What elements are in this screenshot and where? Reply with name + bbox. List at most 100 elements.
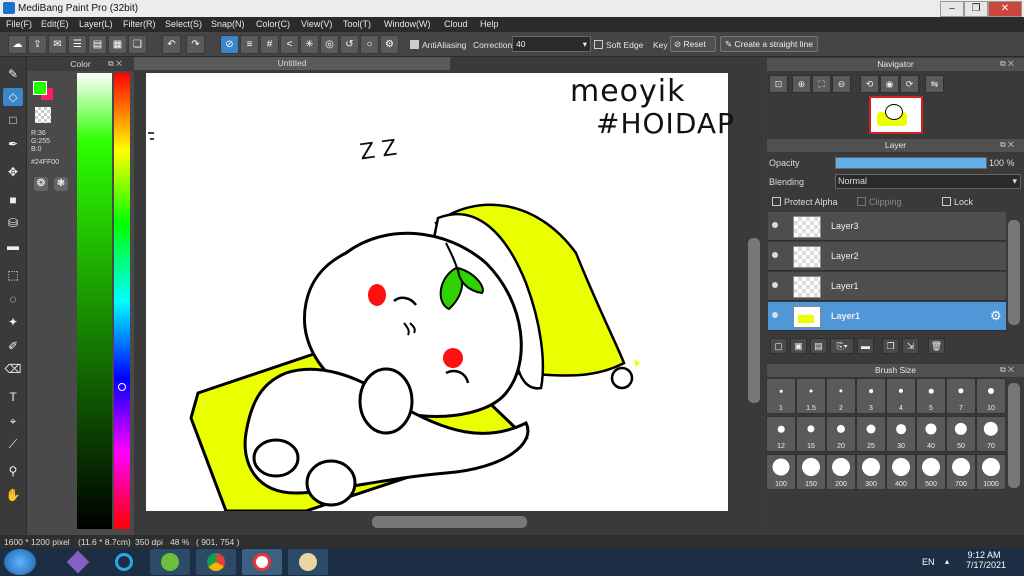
- pen-tool-icon[interactable]: ✒: [3, 135, 23, 153]
- select-eraser-icon[interactable]: ⌫: [3, 360, 23, 378]
- folder-icon[interactable]: ▬: [857, 338, 874, 354]
- brush-size-300[interactable]: 300: [856, 454, 886, 490]
- language-indicator[interactable]: EN: [922, 557, 935, 567]
- zoom-in-icon[interactable]: ⊕: [792, 75, 811, 93]
- horizontal-scrollbar[interactable]: [372, 516, 527, 528]
- flip-icon[interactable]: ⇋: [925, 75, 944, 93]
- minimize-button[interactable]: –: [940, 1, 964, 17]
- antialiasing-checkbox[interactable]: AntiAliasing: [410, 40, 466, 50]
- menu-select[interactable]: Select(S): [165, 19, 202, 29]
- brush-size-15[interactable]: 15: [796, 416, 826, 452]
- brush-size-1000[interactable]: 1000: [976, 454, 1006, 490]
- start-button[interactable]: [4, 549, 36, 575]
- menu-window[interactable]: Window(W): [384, 19, 431, 29]
- layer-scrollbar[interactable]: [1008, 220, 1020, 325]
- zoom-fit-icon[interactable]: ⊡: [769, 75, 788, 93]
- navigator-preview[interactable]: [869, 96, 923, 134]
- brush-size-25[interactable]: 25: [856, 416, 886, 452]
- float-icon[interactable]: ⧉ ✕: [1000, 140, 1014, 150]
- create-straight-line-button[interactable]: ✎ Create a straight line: [720, 36, 818, 52]
- lasso-icon[interactable]: ◌: [3, 290, 23, 308]
- menu-snap[interactable]: Snap(N): [211, 19, 245, 29]
- brush-size-1.5[interactable]: 1.5: [796, 378, 826, 414]
- lock-checkbox[interactable]: Lock: [942, 197, 973, 207]
- brush-size-500[interactable]: 500: [916, 454, 946, 490]
- operation-icon[interactable]: ⌖: [3, 412, 23, 430]
- transparent-swatch[interactable]: [35, 107, 51, 123]
- redo-icon[interactable]: ↷: [186, 35, 205, 54]
- visibility-icon[interactable]: [772, 222, 778, 228]
- brush-size-700[interactable]: 700: [946, 454, 976, 490]
- menu-tool[interactable]: Tool(T): [343, 19, 371, 29]
- menu-view[interactable]: View(V): [301, 19, 332, 29]
- palette-icon[interactable]: ❂: [34, 177, 48, 191]
- layer-row-layer1[interactable]: Layer1: [768, 272, 1006, 301]
- brush-size-30[interactable]: 30: [886, 416, 916, 452]
- comment-icon[interactable]: ✉: [48, 35, 67, 54]
- float-icon[interactable]: ⧉ ✕: [1000, 59, 1014, 69]
- brush-size-12[interactable]: 12: [766, 416, 796, 452]
- hue-slider[interactable]: [114, 73, 130, 529]
- clock[interactable]: 9:12 AM 7/17/2021: [966, 550, 1006, 570]
- tray-arrow-icon[interactable]: ▴: [945, 557, 949, 566]
- paint-icon[interactable]: [288, 549, 328, 575]
- select-rect-icon[interactable]: ⬚: [3, 266, 23, 284]
- cross-snap-icon[interactable]: #: [260, 35, 279, 54]
- bucket-icon[interactable]: ⛁: [3, 214, 23, 232]
- magic-wand-icon[interactable]: ✦: [3, 313, 23, 331]
- menu-color[interactable]: Color(C): [256, 19, 290, 29]
- visual-studio-icon[interactable]: [58, 549, 98, 575]
- page-icon[interactable]: ▤: [88, 35, 107, 54]
- snap-settings-icon[interactable]: ⚙: [380, 35, 399, 54]
- rotate-reset-icon[interactable]: ◉: [880, 75, 899, 93]
- clipping-checkbox[interactable]: Clipping: [857, 197, 902, 207]
- divide-icon[interactable]: ⟋: [3, 435, 23, 453]
- medibang-icon[interactable]: [242, 549, 282, 575]
- drawing-canvas[interactable]: meoyik #HOIDAP Z Z: [146, 73, 734, 511]
- share-icon[interactable]: ⇪: [28, 35, 47, 54]
- brush-scrollbar[interactable]: [1008, 383, 1020, 488]
- visibility-icon[interactable]: [772, 252, 778, 258]
- copy-icon[interactable]: ❏: [128, 35, 147, 54]
- gradient-icon[interactable]: ▬: [3, 237, 23, 255]
- brush-size-200[interactable]: 200: [826, 454, 856, 490]
- zoom-out-icon[interactable]: ⊖: [832, 75, 851, 93]
- saturation-value-picker[interactable]: [77, 73, 112, 529]
- brush-size-5[interactable]: 5: [916, 378, 946, 414]
- visibility-icon[interactable]: [772, 282, 778, 288]
- visibility-icon[interactable]: [772, 312, 778, 318]
- app-green-icon[interactable]: [150, 549, 190, 575]
- brush-size-70[interactable]: 70: [976, 416, 1006, 452]
- float-icon[interactable]: ⧉ ✕: [1000, 365, 1014, 375]
- reset-button[interactable]: ⊘ Reset: [670, 36, 716, 52]
- rotate-right-icon[interactable]: ⟳: [900, 75, 919, 93]
- fill-rect-icon[interactable]: ■: [3, 191, 23, 209]
- duplicate-layer-icon[interactable]: ❐: [882, 338, 899, 354]
- menu-layer[interactable]: Layer(L): [79, 19, 113, 29]
- layer-row-layer3[interactable]: Layer3: [768, 212, 1006, 241]
- soft-edge-checkbox[interactable]: Soft Edge: [594, 40, 643, 50]
- menu-help[interactable]: Help: [480, 19, 499, 29]
- trash-icon[interactable]: 🗑: [928, 338, 945, 354]
- vanish-snap-icon[interactable]: <: [280, 35, 299, 54]
- snap-off-icon[interactable]: ⊘: [220, 35, 239, 54]
- chrome-icon[interactable]: [196, 549, 236, 575]
- grid-icon[interactable]: ▦: [108, 35, 127, 54]
- brush-size-2[interactable]: 2: [826, 378, 856, 414]
- menu-filter[interactable]: Filter(R): [123, 19, 156, 29]
- menu-edit[interactable]: Edit(E): [41, 19, 69, 29]
- brush-size-400[interactable]: 400: [886, 454, 916, 490]
- merge-layer-icon[interactable]: ⇲: [902, 338, 919, 354]
- internet-explorer-icon[interactable]: [104, 549, 144, 575]
- concentric-snap-icon[interactable]: ◎: [320, 35, 339, 54]
- correction-input[interactable]: 40 ▾: [512, 36, 591, 52]
- blending-select[interactable]: Normal ▾: [835, 174, 1021, 189]
- brush-size-150[interactable]: 150: [796, 454, 826, 490]
- hue-handle[interactable]: [118, 383, 126, 391]
- brush-size-10[interactable]: 10: [976, 378, 1006, 414]
- document-tab[interactable]: Untitled: [134, 57, 450, 70]
- text-icon[interactable]: T: [3, 388, 23, 406]
- move-icon[interactable]: ✥: [3, 163, 23, 181]
- palette-add-icon[interactable]: ❃: [54, 177, 68, 191]
- gear-icon[interactable]: ⚙: [990, 308, 1002, 324]
